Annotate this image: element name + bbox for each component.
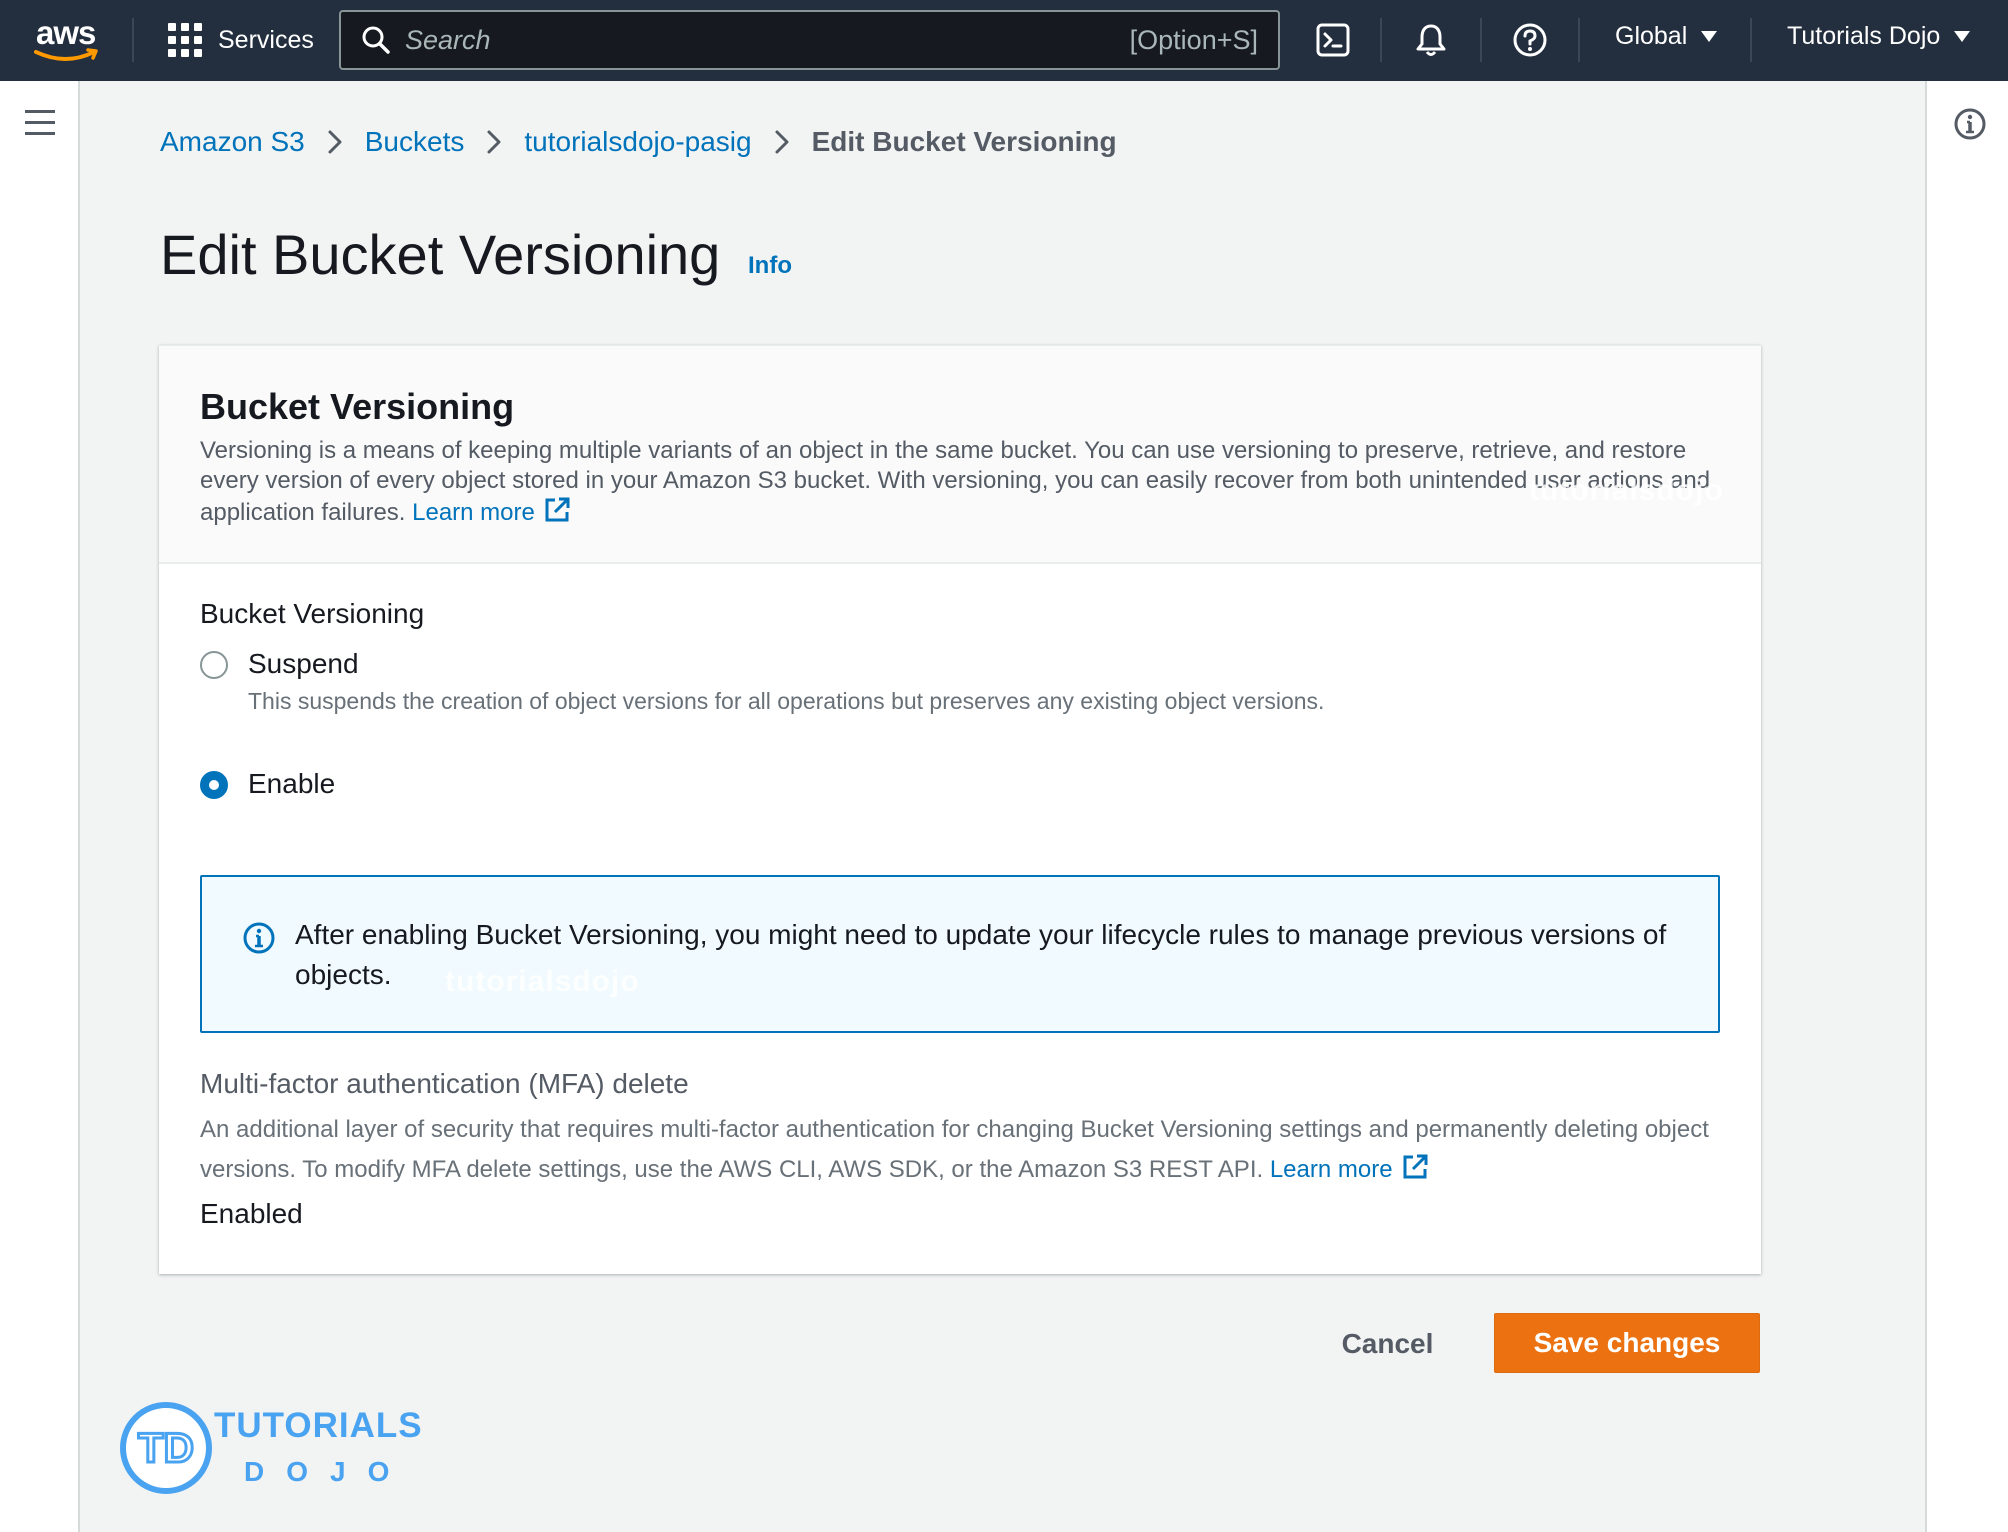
info-panel-icon[interactable]: [1953, 107, 1987, 141]
info-icon: [243, 922, 275, 954]
search-icon: [362, 26, 390, 54]
help-icon: [1513, 23, 1547, 57]
chevron-right-icon: [328, 130, 342, 154]
top-navigation: aws Services [Option+S]: [0, 0, 2008, 81]
account-label: Tutorials Dojo: [1787, 22, 1941, 50]
nav-divider: [1380, 18, 1382, 62]
watermark: tutorialsdojo: [445, 965, 640, 998]
bucket-versioning-card: Bucket Versioning Versioning is a means …: [159, 345, 1761, 1274]
cancel-button[interactable]: Cancel: [1320, 1314, 1455, 1374]
left-rail: [0, 81, 80, 1532]
search-input[interactable]: [405, 24, 1130, 56]
svg-text:TD: TD: [138, 1424, 194, 1471]
terminal-icon: [1316, 23, 1350, 57]
help-button[interactable]: [1510, 20, 1550, 60]
search-shortcut: [Option+S]: [1129, 24, 1258, 55]
breadcrumb-buckets[interactable]: Buckets: [365, 126, 465, 158]
td-logo-mark-icon: TD: [120, 1402, 212, 1494]
region-label: Global: [1615, 22, 1688, 50]
breadcrumb-amazon-s3[interactable]: Amazon S3: [160, 126, 305, 158]
radio-suspend[interactable]: [200, 651, 228, 679]
region-menu[interactable]: Global: [1615, 22, 1718, 51]
card-description: Versioning is a means of keeping multipl…: [200, 436, 1730, 528]
breadcrumb-current: Edit Bucket Versioning: [811, 126, 1117, 157]
watermark: tutorialsdojo: [1529, 474, 1724, 507]
mfa-learn-more-link[interactable]: Learn more: [1269, 1154, 1429, 1183]
chevron-right-icon: [487, 130, 501, 154]
tutorials-dojo-logo: TD TUTORIALS DOJO: [118, 1400, 438, 1510]
bell-icon: [1416, 24, 1446, 56]
right-rail: [1925, 81, 2008, 1532]
td-logo-line1: TUTORIALS: [214, 1406, 423, 1445]
breadcrumb: Amazon S3 Buckets tutorialsdojo-pasig Ed…: [160, 126, 1117, 158]
info-link[interactable]: Info: [748, 252, 792, 280]
versioning-field-label: Bucket Versioning: [200, 598, 425, 629]
card-heading: Bucket Versioning: [200, 386, 515, 427]
learn-more-link[interactable]: Learn more: [412, 497, 571, 526]
learn-more-label: Learn more: [412, 499, 535, 526]
chevron-right-icon: [775, 130, 789, 154]
mfa-status-value: Enabled: [200, 1198, 303, 1229]
mfa-learn-more-label: Learn more: [1269, 1156, 1393, 1183]
radio-enable[interactable]: [200, 771, 228, 799]
external-link-icon: [545, 497, 570, 522]
nav-divider: [1578, 18, 1580, 62]
mfa-description: An additional layer of security that req…: [200, 1110, 1730, 1190]
services-menu[interactable]: Services: [168, 20, 314, 60]
page-title: Edit Bucket Versioning: [160, 223, 721, 286]
aws-smile-icon: [34, 48, 98, 61]
search-bar[interactable]: [Option+S]: [339, 10, 1280, 70]
account-menu[interactable]: Tutorials Dojo: [1787, 22, 1971, 51]
grid-menu-icon: [168, 23, 202, 57]
radio-enable-label[interactable]: Enable: [248, 768, 335, 800]
save-changes-button[interactable]: Save changes: [1494, 1313, 1760, 1373]
hamburger-menu-icon[interactable]: [25, 110, 55, 136]
cloudshell-button[interactable]: [1313, 20, 1353, 60]
caret-down-icon: [1954, 31, 1971, 42]
caret-down-icon: [1701, 31, 1718, 42]
notifications-button[interactable]: [1411, 20, 1451, 60]
radio-suspend-description: This suspends the creation of object ver…: [248, 688, 1325, 714]
radio-suspend-label[interactable]: Suspend: [248, 648, 359, 680]
td-logo-line2: DOJO: [244, 1456, 412, 1487]
breadcrumb-bucket-name[interactable]: tutorialsdojo-pasig: [524, 126, 751, 158]
nav-divider: [1750, 18, 1752, 62]
aws-logo-text: aws: [36, 14, 96, 51]
services-label: Services: [218, 25, 314, 54]
mfa-title: Multi-factor authentication (MFA) delete: [200, 1068, 689, 1099]
nav-divider: [1480, 18, 1482, 62]
external-link-icon: [1403, 1154, 1428, 1179]
info-alert: After enabling Bucket Versioning, you mi…: [200, 875, 1720, 1033]
nav-divider: [132, 18, 134, 62]
aws-logo[interactable]: aws: [30, 14, 102, 66]
mfa-description-text: An additional layer of security that req…: [200, 1116, 1709, 1183]
card-header: Bucket Versioning Versioning is a means …: [159, 346, 1761, 564]
